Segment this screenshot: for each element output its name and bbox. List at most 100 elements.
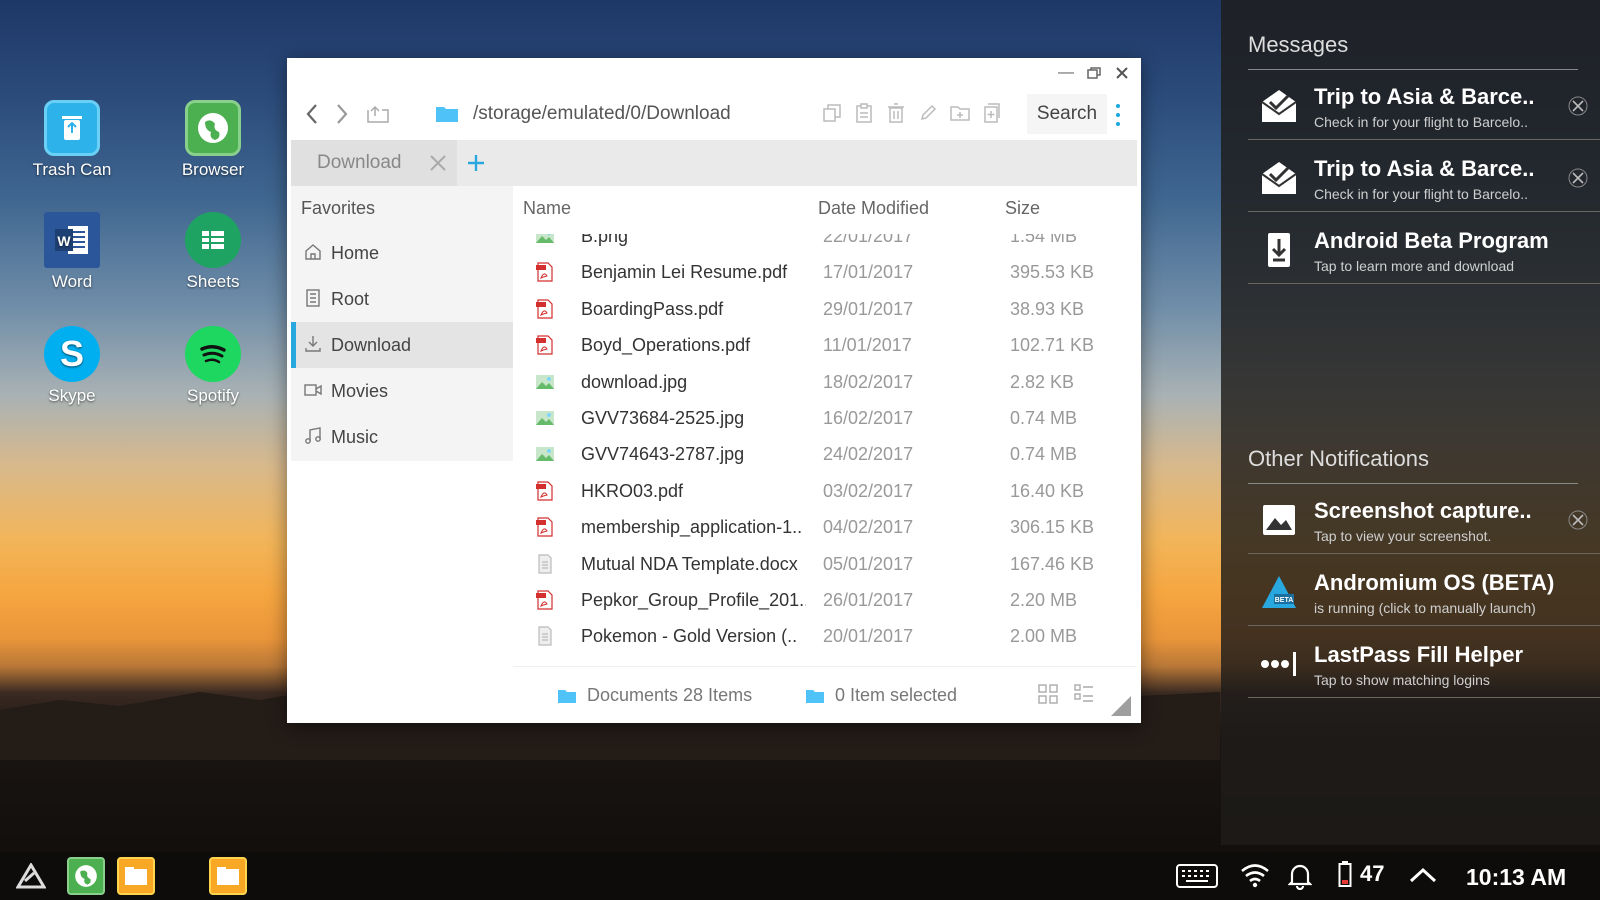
file-row[interactable]: HKRO03.pdf 03/02/2017 16.40 KB — [513, 473, 1137, 509]
file-date: 22/01/2017 — [823, 234, 914, 246]
chevron-up-icon[interactable] — [1408, 866, 1438, 884]
sidebar-item-label: Home — [331, 242, 380, 263]
file-row[interactable]: Pokemon - Gold Version (.. 20/01/2017 2.00… — [513, 618, 1137, 654]
notification-item[interactable]: BETA Andromium OS (BETA) is running (click… — [1248, 558, 1600, 626]
column-header-size[interactable]: Size — [1005, 198, 1040, 219]
path-bar[interactable]: /storage/emulated/0/Download — [421, 94, 791, 134]
new-folder-icon[interactable] — [949, 102, 971, 124]
file-row[interactable]: BoardingPass.pdf 29/01/2017 38.93 KB — [513, 291, 1137, 327]
sidebar-item-music[interactable]: Music — [291, 414, 513, 460]
desktop-icon-skype[interactable]: S Skype — [17, 326, 127, 406]
column-header-date[interactable]: Date Modified — [818, 198, 929, 219]
desktop-icon-browser[interactable]: Browser — [158, 100, 268, 180]
notification-item[interactable]: Trip to Asia & Barce.. Check in for your … — [1248, 72, 1600, 140]
andromium-launcher-icon[interactable] — [12, 857, 50, 895]
sidebar-item-label: Download — [331, 334, 412, 355]
image-file-icon — [535, 444, 555, 464]
column-header-name[interactable]: Name — [523, 198, 571, 219]
notification-item[interactable]: Screenshot capture.. Tap to view your scr… — [1248, 486, 1600, 554]
file-row[interactable]: Benjamin Lei Resume.pdf 17/01/2017 395.53 … — [513, 254, 1137, 290]
desktop-icon-label: Skype — [48, 386, 96, 405]
list-view-icon[interactable] — [1073, 683, 1095, 705]
movies-icon — [304, 384, 322, 396]
title-bar[interactable]: — — [287, 58, 1141, 88]
file-name: Pepkor_Group_Profile_201.. — [581, 589, 806, 610]
sidebar-item-movies[interactable]: Movies — [291, 368, 513, 414]
taskbar-file-manager-icon[interactable] — [117, 857, 155, 895]
file-row[interactable]: membership_application-1.. 04/02/2017 306.… — [513, 509, 1137, 545]
svg-text:W: W — [57, 233, 71, 249]
notification-item[interactable]: Trip to Asia & Barce.. Check in for your … — [1248, 144, 1600, 212]
download-icon — [305, 336, 321, 352]
file-row[interactable]: GVV73684-2525.jpg 16/02/2017 0.74 MB — [513, 400, 1137, 436]
forward-button[interactable] — [327, 99, 357, 129]
new-file-icon[interactable] — [981, 102, 1003, 124]
dismiss-icon[interactable] — [1568, 168, 1588, 188]
desktop-icon-spotify[interactable]: Spotify — [158, 326, 268, 406]
notification-item[interactable]: Android Beta Program Tap to learn more an… — [1248, 216, 1600, 284]
battery-status[interactable]: 47 — [1338, 860, 1384, 888]
tab-label: Download — [317, 152, 402, 173]
notification-bell-icon[interactable] — [1288, 862, 1312, 890]
desktop-icon-trash-can[interactable]: Trash Can — [17, 100, 127, 180]
search-button[interactable]: Search — [1027, 94, 1107, 134]
tab-close-icon[interactable] — [427, 152, 449, 174]
file-date: 11/01/2017 — [823, 335, 912, 356]
keyboard-icon[interactable] — [1176, 864, 1218, 888]
sidebar-item-root[interactable]: Root — [291, 276, 513, 322]
file-name: B.png — [581, 234, 629, 246]
file-row[interactable]: Boyd_Operations.pdf 11/01/2017 102.71 KB — [513, 327, 1137, 363]
chevron-right-icon — [337, 104, 348, 124]
file-size: 2.00 MB — [1010, 626, 1078, 647]
divider — [1248, 69, 1578, 70]
toolbar: /storage/emulated/0/Download Search — [287, 88, 1141, 140]
more-options-icon[interactable] — [1113, 104, 1123, 126]
resize-handle[interactable] — [1111, 696, 1131, 716]
sidebar-item-download[interactable]: Download — [291, 322, 513, 368]
favorites-sidebar: Favorites Home Root Download Movies Musi… — [291, 186, 513, 461]
file-row[interactable]: Mutual NDA Template.docx 05/01/2017 167.46… — [513, 546, 1137, 582]
desktop-icon-sheets[interactable]: Sheets — [158, 212, 268, 292]
notification-title: Screenshot capture.. — [1314, 498, 1532, 523]
file-row[interactable]: Pepkor_Group_Profile_201.. 26/01/2017 2.20… — [513, 582, 1137, 618]
maximize-icon[interactable] — [1085, 64, 1103, 82]
status-selected-text: 0 Item selected — [835, 685, 958, 705]
file-date: 18/02/2017 — [823, 371, 914, 392]
divider — [1248, 483, 1578, 484]
chevron-left-icon — [306, 104, 317, 124]
dismiss-icon[interactable] — [1568, 96, 1588, 116]
file-name: GVV74643-2787.jpg — [581, 444, 745, 465]
close-icon[interactable] — [1113, 64, 1131, 82]
rename-pencil-icon[interactable] — [917, 102, 939, 124]
file-row[interactable]: GVV74643-2787.jpg 24/02/2017 0.74 MB — [513, 436, 1137, 472]
delete-icon[interactable] — [885, 102, 907, 124]
grid-view-icon[interactable] — [1037, 683, 1059, 705]
sidebar-item-label: Root — [331, 288, 370, 309]
desktop-icon-word[interactable]: W Word — [17, 212, 127, 292]
paste-icon[interactable] — [853, 102, 875, 124]
minimize-icon[interactable]: — — [1057, 64, 1075, 82]
file-name: HKRO03.pdf — [581, 480, 684, 501]
up-folder-button[interactable] — [363, 99, 393, 129]
taskbar-file-manager-active-icon[interactable] — [209, 857, 247, 895]
pdf-file-icon — [535, 299, 555, 319]
taskbar-browser-icon[interactable] — [67, 857, 105, 895]
copy-icon[interactable] — [821, 102, 843, 124]
document-file-icon — [535, 626, 555, 646]
sidebar-item-home[interactable]: Home — [291, 230, 513, 276]
file-date: 16/02/2017 — [823, 407, 914, 428]
back-button[interactable] — [297, 99, 327, 129]
pdf-file-icon — [535, 335, 555, 355]
add-tab-icon[interactable] — [463, 150, 489, 176]
file-name: GVV73684-2525.jpg — [581, 407, 745, 428]
file-row[interactable]: download.jpg 18/02/2017 2.82 KB — [513, 364, 1137, 400]
file-name: Boyd_Operations.pdf — [581, 335, 751, 356]
file-row[interactable]: B.png 22/01/2017 1.54 MB — [513, 234, 1137, 254]
tab-bar: Download — [291, 140, 1137, 186]
clock: 10:13 AM — [1466, 864, 1567, 890]
dismiss-icon[interactable] — [1568, 510, 1588, 530]
notification-item[interactable]: LastPass Fill Helper Tap to show matching… — [1248, 630, 1600, 698]
notification-subtitle: Check in for your flight to Barcelo.. — [1314, 114, 1528, 130]
notification-title: Andromium OS (BETA) — [1314, 570, 1555, 595]
wifi-icon[interactable] — [1240, 862, 1270, 888]
